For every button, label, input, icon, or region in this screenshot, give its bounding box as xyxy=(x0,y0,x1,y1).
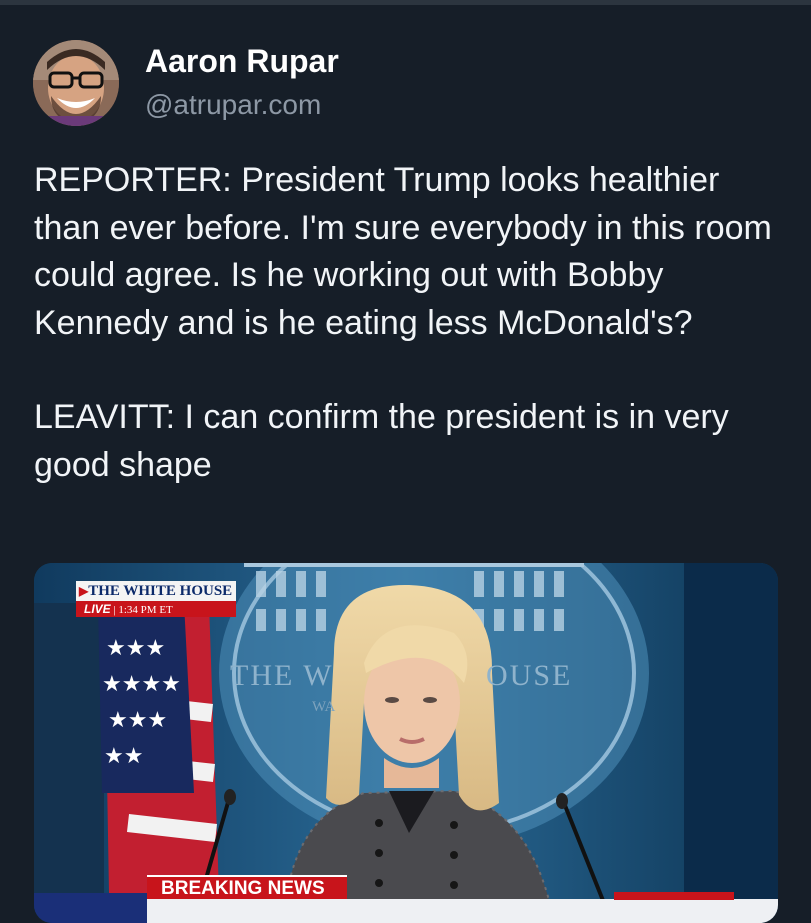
post-text: REPORTER: President Trump looks healthie… xyxy=(34,157,794,489)
avatar[interactable] xyxy=(33,40,119,126)
us-flag: ★★★ ★★★★ ★★★ ★★ xyxy=(98,603,219,893)
ticker-tag xyxy=(614,892,734,900)
post-paragraph-leavitt: LEAVITT: I can confirm the president is … xyxy=(34,398,729,484)
seal-text-small: WA xyxy=(312,699,336,715)
avatar-photo xyxy=(33,40,119,126)
post-media-video[interactable]: ★★★ ★★★★ ★★★ ★★ ▶THE WHITE HOUSE LIVE | … xyxy=(34,563,778,923)
news-bug: ▶THE WHITE HOUSE LIVE | 1:34 PM ET xyxy=(76,581,236,617)
svg-text:★★★★: ★★★★ xyxy=(102,671,181,696)
svg-text:★★★: ★★★ xyxy=(108,707,167,732)
seal-text-left: THE W xyxy=(230,659,334,692)
top-divider xyxy=(0,0,811,5)
network-logo-block xyxy=(34,893,147,923)
bug-title: ▶THE WHITE HOUSE xyxy=(76,581,236,601)
breaking-news-banner: BREAKING NEWS xyxy=(147,875,347,899)
post-paragraph-reporter: REPORTER: President Trump looks healthie… xyxy=(34,161,772,342)
svg-text:★★★: ★★★ xyxy=(106,635,165,660)
seal-text-right: OUSE xyxy=(486,659,573,692)
bug-live-row: LIVE | 1:34 PM ET xyxy=(76,601,236,617)
ticker-strip xyxy=(147,899,778,923)
svg-text:★★: ★★ xyxy=(104,743,143,768)
bug-title-text: THE WHITE HOUSE xyxy=(88,583,233,599)
play-triangle-icon: ▶ xyxy=(79,584,89,598)
live-label: LIVE xyxy=(84,602,111,616)
live-time: 1:34 PM ET xyxy=(118,604,173,616)
author-display-name[interactable]: Aaron Rupar xyxy=(145,43,339,80)
author-handle[interactable]: @atrupar.com xyxy=(145,89,321,121)
